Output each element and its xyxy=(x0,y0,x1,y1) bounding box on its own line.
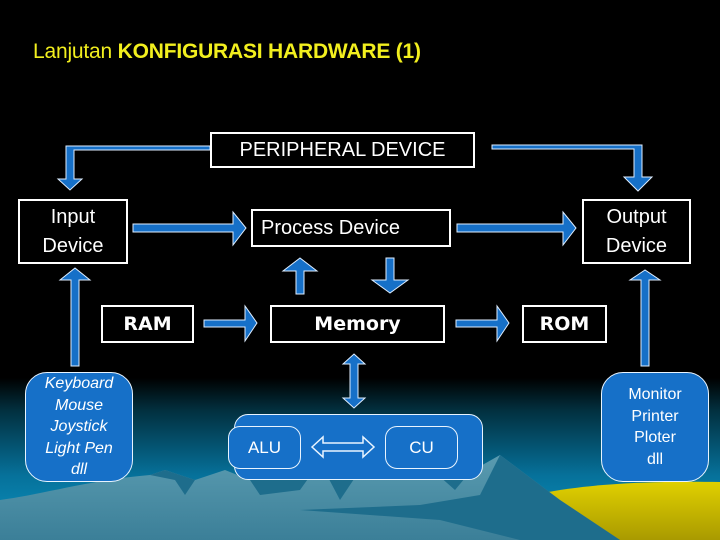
rom-box: ROM xyxy=(522,305,607,343)
list-item: Printer xyxy=(631,407,679,425)
list-item: Mouse xyxy=(54,396,104,414)
rom-label: ROM xyxy=(539,313,590,335)
input-device-label-line1: Input xyxy=(50,205,96,228)
title-main: KONFIGURASI HARDWARE (1) xyxy=(117,40,421,63)
output-device-label-line2: Device xyxy=(605,234,668,257)
list-item: dll xyxy=(646,450,663,468)
output-device-label-line1: Output xyxy=(606,205,667,228)
ram-label: RAM xyxy=(123,313,172,335)
output-device-box: Output Device xyxy=(582,199,691,264)
title-prefix: Lanjutan xyxy=(33,40,118,63)
peripheral-device-box: PERIPHERAL DEVICE xyxy=(210,132,475,168)
input-device-box: Input Device xyxy=(18,199,128,264)
output-examples-list: Monitor Printer Ploter dll xyxy=(628,384,681,470)
ram-box: RAM xyxy=(101,305,194,343)
cu-box: CU xyxy=(385,426,458,469)
input-examples-box: Keyboard Mouse Joystick Light Pen dll xyxy=(25,372,133,482)
list-item: Ploter xyxy=(634,429,676,446)
process-device-box: Process Device xyxy=(251,209,451,247)
list-item: Monitor xyxy=(628,386,682,403)
list-item: Joystick xyxy=(50,418,108,436)
alu-cu-double-arrow xyxy=(310,435,376,459)
cu-label: CU xyxy=(409,437,434,457)
input-device-label-line2: Device xyxy=(42,234,104,257)
list-item: dll xyxy=(70,461,87,479)
alu-label: ALU xyxy=(247,437,282,457)
list-item: Light Pen xyxy=(45,439,113,457)
double-arrow-icon xyxy=(310,435,376,459)
memory-box: Memory xyxy=(270,305,445,343)
output-examples-box: Monitor Printer Ploter dll xyxy=(601,372,709,482)
list-item: Keyboard xyxy=(44,375,114,393)
process-device-label: Process Device xyxy=(261,216,400,239)
memory-label: Memory xyxy=(314,313,401,335)
input-examples-list: Keyboard Mouse Joystick Light Pen dll xyxy=(45,373,114,481)
peripheral-device-label: PERIPHERAL DEVICE xyxy=(239,138,446,161)
slide-title: Lanjutan KONFIGURASI HARDWARE (1) xyxy=(33,40,421,64)
alu-box: ALU xyxy=(228,426,301,469)
